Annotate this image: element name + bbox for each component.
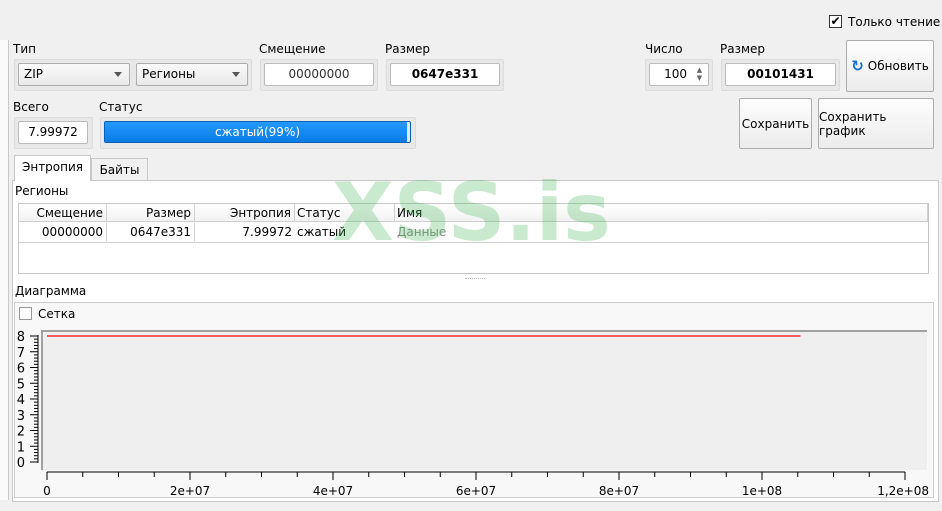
y-tick-label: 3 [17, 409, 25, 424]
y-tick-label: 0 [17, 456, 25, 471]
x-tick-label: 0 [43, 484, 51, 498]
x-tick-label: 6e+07 [456, 484, 496, 498]
x-tick-label: 8e+07 [599, 484, 639, 498]
y-tick-label: 7 [17, 346, 25, 361]
plot-area [41, 330, 927, 470]
x-tick-label: 4e+07 [313, 484, 353, 498]
y-tick-label: 6 [17, 362, 25, 377]
entropy-chart: 0123456780 2e+07 4e+07 6e+07 8e+07 1e+08 1,2e+… [17, 330, 929, 498]
x-tick-label: 1,2e+08 [877, 484, 929, 498]
x-tick-label: 1e+08 [742, 484, 782, 498]
y-tick-label: 2 [17, 425, 25, 440]
tab-entropy[interactable]: Энтропия [14, 155, 91, 181]
y-tick-label: 5 [17, 377, 25, 392]
x-tick-label: 2e+07 [170, 484, 210, 498]
y-tick-label: 4 [17, 393, 25, 408]
y-tick-label: 8 [17, 330, 25, 345]
y-tick-label: 1 [17, 440, 25, 455]
